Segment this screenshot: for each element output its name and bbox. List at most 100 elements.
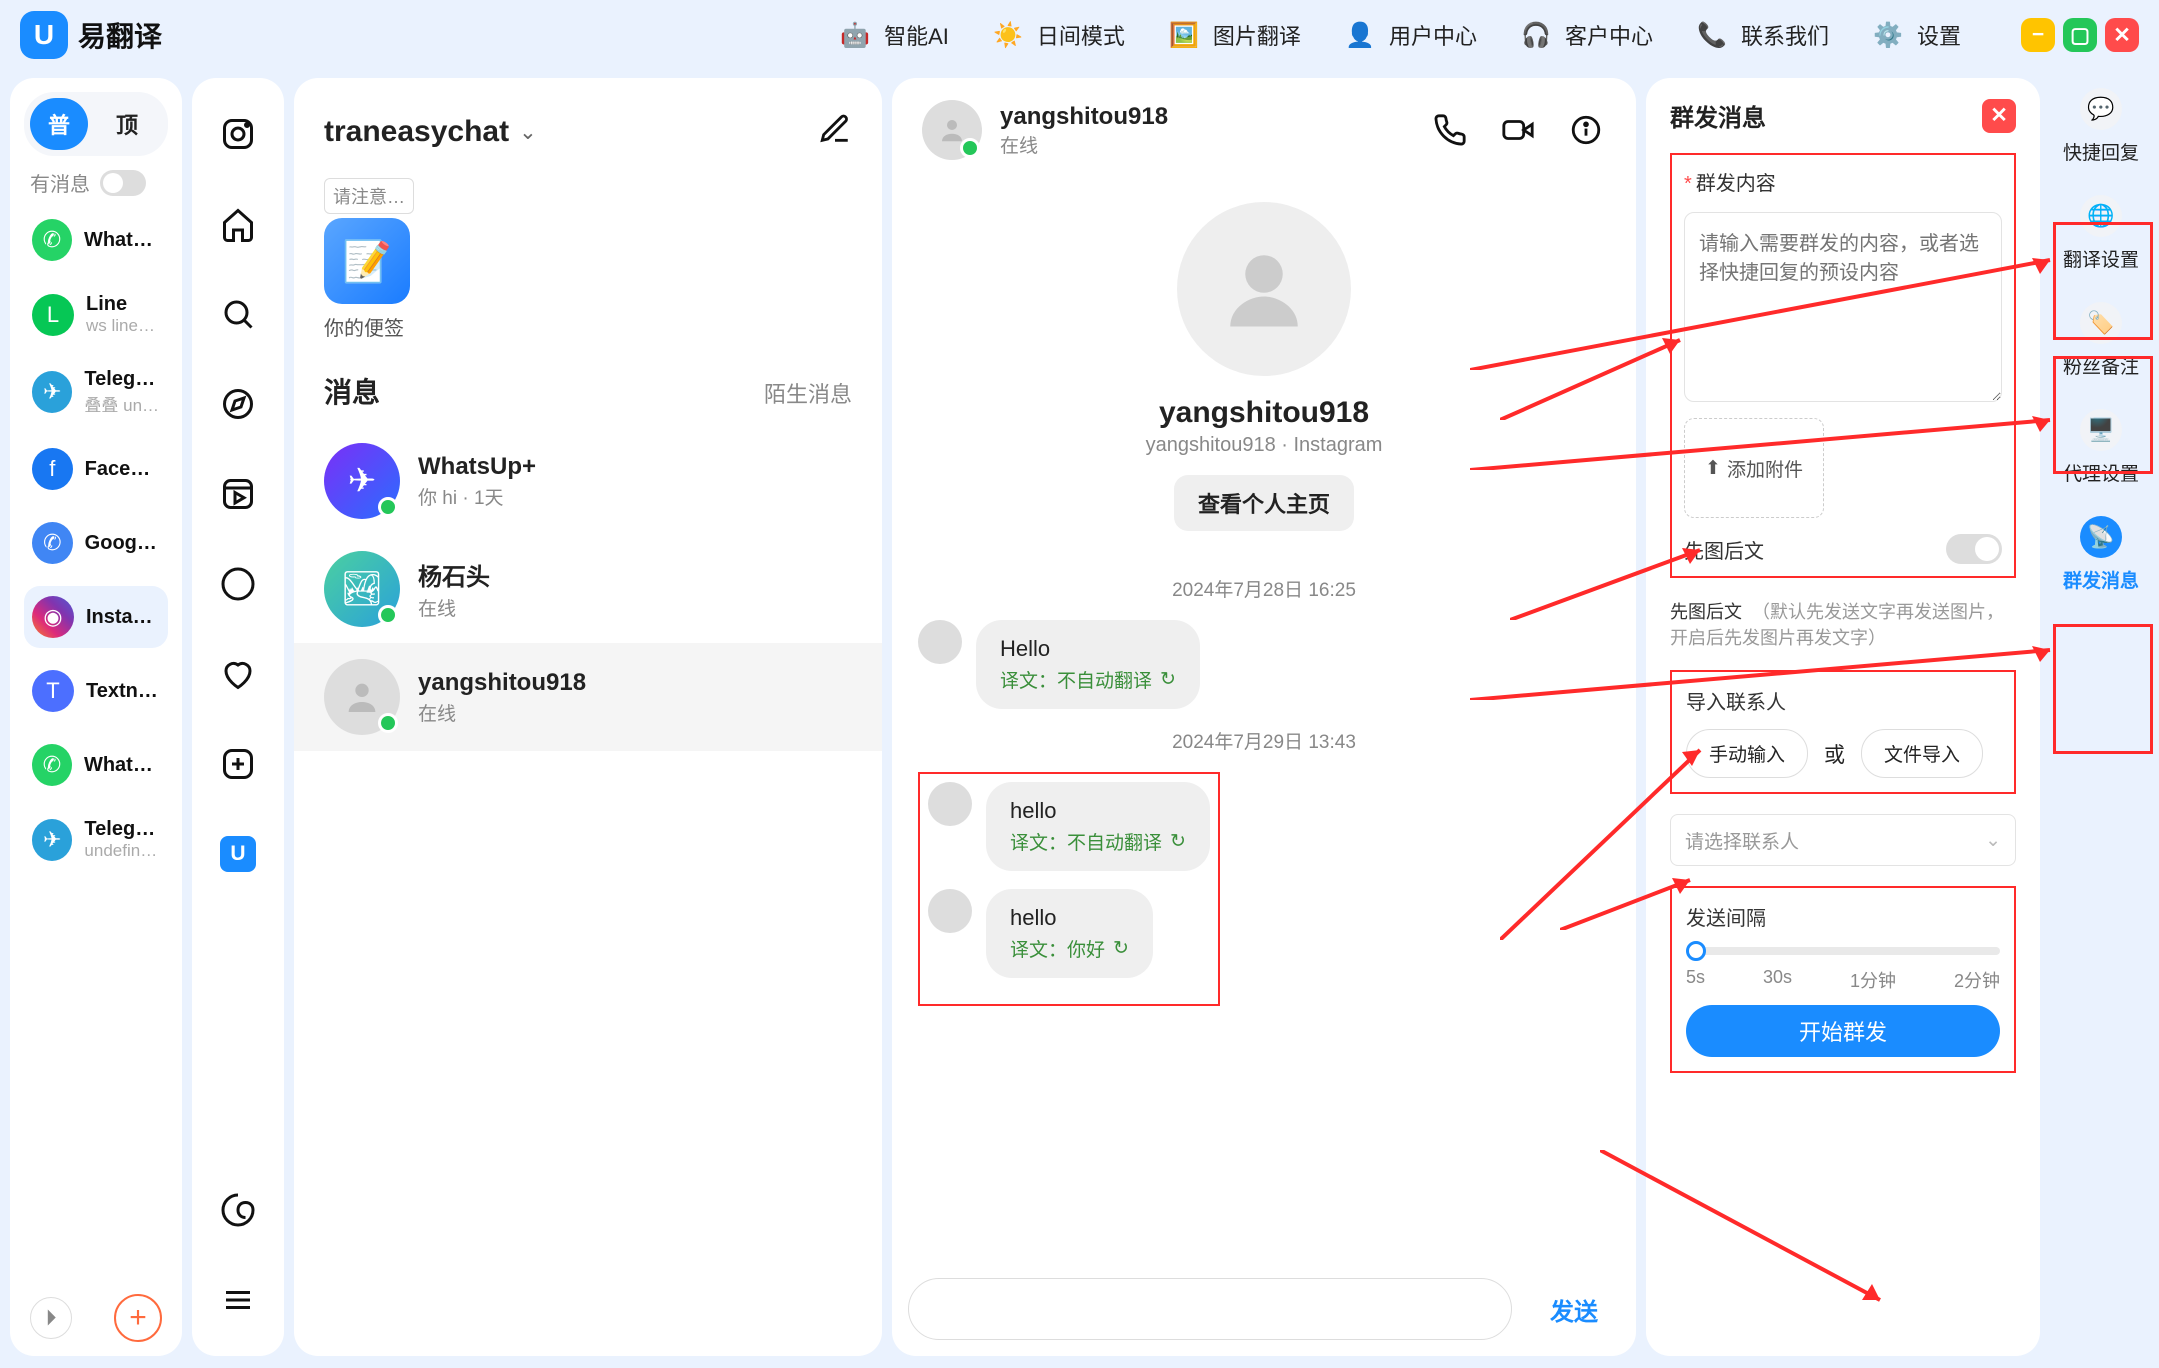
date-divider: 2024年7月29日 13:43 <box>918 727 1610 754</box>
reply-icon: 💬 <box>2080 88 2122 130</box>
refresh-icon[interactable]: ↻ <box>1170 830 1186 853</box>
avatar <box>922 100 982 160</box>
tool-translate-settings[interactable]: 🌐翻译设置 <box>2055 195 2147 272</box>
top-settings[interactable]: ⚙️设置 <box>1869 16 1961 54</box>
tool-broadcast[interactable]: 📡群发消息 <box>2055 516 2147 593</box>
nav-messages-icon[interactable] <box>216 562 260 606</box>
refresh-icon[interactable]: ↻ <box>1113 937 1129 960</box>
nav-reels-icon[interactable] <box>216 472 260 516</box>
account-facebook[interactable]: fFaceb… <box>24 438 168 500</box>
tool-fan-notes[interactable]: 🏷️粉丝备注 <box>2055 302 2147 379</box>
account-telegram[interactable]: ✈Telegr…叠叠 un… <box>24 358 168 426</box>
account-line[interactable]: LLinews line… <box>24 283 168 346</box>
start-broadcast-button[interactable]: 开始群发 <box>1686 1005 2000 1057</box>
top-support[interactable]: 🎧客户中心 <box>1517 16 1653 54</box>
nav-profile-icon[interactable]: U <box>216 832 260 876</box>
conv-item-yangshitou[interactable]: 🏞 杨石头在线 <box>294 535 882 643</box>
video-button[interactable] <box>1498 110 1538 150</box>
broadcast-title: 群发消息 <box>1670 98 1766 133</box>
contact-select[interactable]: 请选择联系人⌄ <box>1670 814 2016 866</box>
message-row: hello 译文：不自动翻译↻ <box>928 782 1210 871</box>
manual-input-button[interactable]: 手动输入 <box>1686 729 1808 778</box>
import-label: 导入联系人 <box>1686 686 2000 715</box>
monitor-icon: 🖥️ <box>2080 409 2122 451</box>
top-user-center[interactable]: 👤用户中心 <box>1341 16 1477 54</box>
tag-icon: 🏷️ <box>2080 302 2122 344</box>
nav-explore-icon[interactable] <box>216 382 260 426</box>
image-first-help: 先图后文 （默认先发送文字再发送图片，开启后先发图片再发文字） <box>1670 598 2016 650</box>
chevron-down-icon[interactable]: ⌄ <box>519 120 537 145</box>
account-telegram2[interactable]: ✈Telegr…undefin… <box>24 808 168 871</box>
chevron-down-icon: ⌄ <box>1985 829 2001 852</box>
account-whatsapp[interactable]: ✆Whats… <box>24 209 168 271</box>
gear-icon: ⚙️ <box>1869 16 1907 54</box>
telegram-icon: ✈ <box>32 371 72 413</box>
headset-icon: 🎧 <box>1517 16 1555 54</box>
app-name: 易翻译 <box>78 15 162 55</box>
message-bubble[interactable]: hello 译文：不自动翻译↻ <box>986 782 1210 871</box>
google-icon: ✆ <box>32 522 73 564</box>
maximize-button[interactable]: ▢ <box>2063 18 2097 52</box>
user-icon: 👤 <box>1341 16 1379 54</box>
top-ai[interactable]: 🤖智能AI <box>836 16 949 54</box>
top-contact[interactable]: 📞联系我们 <box>1693 16 1829 54</box>
chat-timeline[interactable]: 2024年7月28日 16:25 Hello 译文：不自动翻译↻ 2024年7月… <box>892 557 1636 1262</box>
has-message-label: 有消息 <box>30 168 90 197</box>
refresh-icon[interactable]: ↻ <box>1160 668 1176 691</box>
nav-instagram-icon[interactable] <box>216 112 260 156</box>
chip-pin[interactable]: 普 <box>30 98 88 150</box>
message-row: Hello 译文：不自动翻译↻ <box>918 620 1610 709</box>
conv-item-whatsup[interactable]: ✈ WhatsUp+你 hi · 1天 <box>294 427 882 535</box>
close-window-button[interactable]: ✕ <box>2105 18 2139 52</box>
conv-title[interactable]: traneasychat <box>324 115 509 149</box>
nav-menu-icon[interactable] <box>216 1278 260 1322</box>
add-attachment-button[interactable]: ⬆添加附件 <box>1684 418 1824 518</box>
nav-likes-icon[interactable] <box>216 652 260 696</box>
view-profile-button[interactable]: 查看个人主页 <box>1174 475 1354 531</box>
image-first-label: 先图后文 <box>1684 535 1764 564</box>
info-button[interactable] <box>1566 110 1606 150</box>
broadcast-content-textarea[interactable] <box>1684 212 2002 402</box>
avatar <box>928 889 972 933</box>
nav-search-icon[interactable] <box>216 292 260 336</box>
has-message-toggle[interactable] <box>100 170 146 196</box>
nav-create-icon[interactable] <box>216 742 260 786</box>
phone-icon: 📞 <box>1693 16 1731 54</box>
or-text: 或 <box>1824 739 1845 769</box>
nav-home-icon[interactable] <box>216 202 260 246</box>
chip-top[interactable]: 顶 <box>98 98 156 150</box>
strangers-link[interactable]: 陌生消息 <box>764 377 852 409</box>
profile-avatar <box>1177 202 1351 376</box>
message-bubble[interactable]: Hello 译文：不自动翻译↻ <box>976 620 1200 709</box>
account-instagram[interactable]: ◉Insta… <box>24 586 168 648</box>
account-google[interactable]: ✆Googl… <box>24 512 168 574</box>
close-icon[interactable]: ✕ <box>1982 99 2016 133</box>
note-tile[interactable]: 📝 <box>324 218 410 304</box>
avatar <box>324 659 400 735</box>
file-import-button[interactable]: 文件导入 <box>1861 729 1983 778</box>
tool-proxy-settings[interactable]: 🖥️代理设置 <box>2055 409 2147 486</box>
app-logo: U 易翻译 <box>20 11 162 59</box>
add-account-button[interactable]: + <box>114 1294 162 1342</box>
account-textnow[interactable]: TTextn… <box>24 660 168 722</box>
sun-icon: ☀️ <box>989 16 1027 54</box>
message-bubble[interactable]: hello 译文：你好↻ <box>986 889 1153 978</box>
nav-threads-icon[interactable] <box>216 1188 260 1232</box>
note-hint: 请注意… <box>324 178 414 214</box>
interval-slider[interactable] <box>1686 947 2000 955</box>
send-button[interactable]: 发送 <box>1528 1292 1620 1327</box>
top-day-mode[interactable]: ☀️日间模式 <box>989 16 1125 54</box>
minimize-button[interactable]: − <box>2021 18 2055 52</box>
globe-icon: 🌐 <box>2080 195 2122 237</box>
image-first-toggle[interactable] <box>1946 534 2002 564</box>
conv-item-yangshitou918[interactable]: yangshitou918在线 <box>294 643 882 751</box>
collapse-button[interactable]: ⏵ <box>30 1297 72 1339</box>
message-input[interactable] <box>908 1278 1512 1340</box>
account-whatsapp2[interactable]: ✆Whats… <box>24 734 168 796</box>
top-image-translate[interactable]: 🖼️图片翻译 <box>1165 16 1301 54</box>
call-button[interactable] <box>1430 110 1470 150</box>
message-row: hello 译文：你好↻ <box>928 889 1210 978</box>
tool-quick-reply[interactable]: 💬快捷回复 <box>2055 88 2147 165</box>
note-caption: 你的便签 <box>324 312 404 341</box>
compose-button[interactable] <box>818 112 852 152</box>
